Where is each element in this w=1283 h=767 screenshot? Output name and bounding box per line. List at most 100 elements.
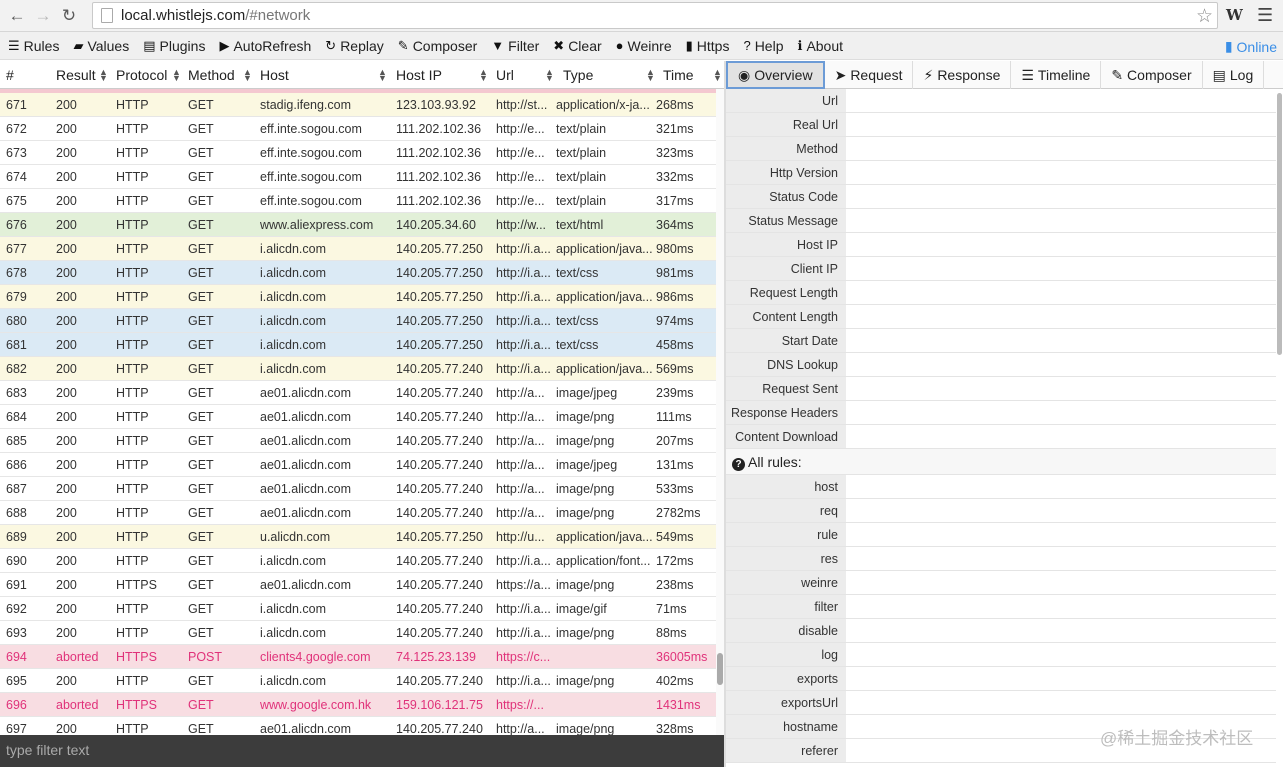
cell-num: 694 <box>6 650 27 664</box>
table-row[interactable]: 682 200 HTTP GET i.alicdn.com 140.205.77.240 h… <box>0 357 716 381</box>
field-label: rule <box>726 523 846 546</box>
table-row[interactable]: 684 200 HTTP GET ae01.alicdn.com 140.205.77.2… <box>0 405 716 429</box>
tab-request[interactable]: ➤ Request <box>825 61 914 89</box>
reload-icon[interactable]: ↻ <box>56 3 82 29</box>
field-value <box>846 209 1276 232</box>
table-row[interactable]: 677 200 HTTP GET i.alicdn.com 140.205.77.250 h… <box>0 237 716 261</box>
cell-host: i.alicdn.com <box>260 314 326 328</box>
col-header-result[interactable]: Result <box>56 67 96 83</box>
sort-icon[interactable]: ▲ ▼ <box>172 68 181 83</box>
cell-method: GET <box>188 218 214 232</box>
table-row[interactable]: 696 aborted HTTPS GET www.google.com.hk 159.1… <box>0 693 716 717</box>
back-icon[interactable]: ← <box>4 3 30 29</box>
table-row[interactable]: 675 200 HTTP GET eff.inte.sogou.com 111.202.1… <box>0 189 716 213</box>
cell-num: 682 <box>6 362 27 376</box>
sort-icon[interactable]: ▲ ▼ <box>545 68 554 83</box>
toolbar-clear-button[interactable]: ✖ Clear <box>553 38 601 54</box>
cell-type: image/png <box>556 578 615 592</box>
toolbar-autorefresh-button[interactable]: ▶ AutoRefresh <box>219 38 311 54</box>
sort-icon[interactable]: ▲ ▼ <box>713 68 722 83</box>
cell-method: GET <box>188 362 214 376</box>
table-row[interactable]: 673 200 HTTP GET eff.inte.sogou.com 111.202.1… <box>0 141 716 165</box>
col-header-time[interactable]: Time <box>663 67 694 83</box>
rule-field: weinre <box>726 571 1276 595</box>
col-header-url[interactable]: Url <box>496 67 514 83</box>
col-header-num[interactable]: # <box>6 67 14 83</box>
toolbar-https-button[interactable]: ▮ Https <box>686 38 730 54</box>
table-row[interactable]: 695 200 HTTP GET i.alicdn.com 140.205.77.240 h… <box>0 669 716 693</box>
toolbar-item-label: Help <box>754 37 784 54</box>
cell-host: ae01.alicdn.com <box>260 578 352 592</box>
toolbar-composer-button[interactable]: ✎ Composer <box>398 38 478 54</box>
sort-icon[interactable]: ▲ ▼ <box>378 68 387 83</box>
scrollbar-thumb[interactable] <box>1277 93 1282 355</box>
tab-response[interactable]: ⚡ Response <box>913 61 1012 89</box>
sort-icon[interactable]: ▲ ▼ <box>479 68 488 83</box>
online-status[interactable]: ▮ Online <box>1225 38 1277 55</box>
table-row[interactable]: 681 200 HTTP GET i.alicdn.com 140.205.77.250 h… <box>0 333 716 357</box>
table-row[interactable]: 685 200 HTTP GET ae01.alicdn.com 140.205.77.2… <box>0 429 716 453</box>
col-header-host[interactable]: Host <box>260 67 289 83</box>
field-value <box>846 595 1276 618</box>
toolbar-item-label: AutoRefresh <box>233 37 312 54</box>
toolbar-weinre-button[interactable]: ● Weinre <box>616 38 672 54</box>
col-header-method[interactable]: Method <box>188 67 235 83</box>
tab-overview[interactable]: ◉ Overview <box>726 61 825 89</box>
address-bar[interactable]: local.whistlejs.com/#network ☆ <box>92 2 1218 29</box>
table-row[interactable]: 691 200 HTTPS GET ae01.alicdn.com 140.205.77.… <box>0 573 716 597</box>
toolbar-plugins-button[interactable]: ▤ Plugins <box>143 38 205 54</box>
table-row[interactable]: 690 200 HTTP GET i.alicdn.com 140.205.77.240 h… <box>0 549 716 573</box>
toolbar-rules-button[interactable]: ☰ Rules <box>8 38 59 54</box>
table-row[interactable]: 697 200 HTTP GET ae01.alicdn.com 140.205.77.2… <box>0 717 716 735</box>
cell-url: http://a... <box>496 434 545 448</box>
table-row[interactable]: 680 200 HTTP GET i.alicdn.com 140.205.77.250 h… <box>0 309 716 333</box>
cell-protocol: HTTP <box>116 266 149 280</box>
toolbar-about-button[interactable]: ℹ About <box>797 38 843 54</box>
cell-url: http://a... <box>496 722 545 735</box>
table-row[interactable]: 692 200 HTTP GET i.alicdn.com 140.205.77.240 h… <box>0 597 716 621</box>
bookmark-star-icon[interactable]: ☆ <box>1196 5 1213 28</box>
tab-log[interactable]: ▤ Log <box>1203 61 1265 89</box>
col-header-host-ip[interactable]: Host IP <box>396 67 442 83</box>
field-value <box>846 643 1276 666</box>
cell-method: GET <box>188 482 214 496</box>
cell-ip: 111.202.102.36 <box>396 122 482 136</box>
toolbar-help-button[interactable]: ? Help <box>743 38 783 54</box>
table-row[interactable]: 687 200 HTTP GET ae01.alicdn.com 140.205.77.2… <box>0 477 716 501</box>
forward-icon[interactable]: → <box>30 3 56 29</box>
filter-input[interactable]: type filter text <box>0 735 725 767</box>
table-row[interactable]: 686 200 HTTP GET ae01.alicdn.com 140.205.77.2… <box>0 453 716 477</box>
network-table-body: 671 200 HTTP GET stadig.ifeng.com 123.103.93.… <box>0 89 716 735</box>
detail-scrollbar[interactable] <box>1276 89 1283 767</box>
scrollbar-thumb[interactable] <box>717 653 723 685</box>
table-row[interactable]: 679 200 HTTP GET i.alicdn.com 140.205.77.250 h… <box>0 285 716 309</box>
table-row[interactable]: 694 aborted HTTPS POST clients4.google.com 74… <box>0 645 716 669</box>
toolbar-filter-button[interactable]: ▼ Filter <box>491 38 539 54</box>
table-row[interactable]: 678 200 HTTP GET i.alicdn.com 140.205.77.250 h… <box>0 261 716 285</box>
cell-num: 675 <box>6 194 27 208</box>
tab-composer[interactable]: ✎ Composer <box>1101 61 1203 89</box>
cell-num: 679 <box>6 290 27 304</box>
col-header-protocol[interactable]: Protocol <box>116 67 167 83</box>
col-header-type[interactable]: Type <box>563 67 593 83</box>
overview-field: Request Length <box>726 281 1276 305</box>
tab-timeline[interactable]: ☰ Timeline <box>1011 61 1102 89</box>
cell-host: eff.inte.sogou.com <box>260 122 362 136</box>
sort-icon[interactable]: ▲ ▼ <box>99 68 108 83</box>
table-row[interactable]: 693 200 HTTP GET i.alicdn.com 140.205.77.240 h… <box>0 621 716 645</box>
extension-icon[interactable]: W <box>1226 6 1243 24</box>
table-row[interactable]: 672 200 HTTP GET eff.inte.sogou.com 111.202.1… <box>0 117 716 141</box>
table-row[interactable]: 683 200 HTTP GET ae01.alicdn.com 140.205.77.2… <box>0 381 716 405</box>
table-row[interactable]: 674 200 HTTP GET eff.inte.sogou.com 111.202.1… <box>0 165 716 189</box>
toolbar-values-button[interactable]: ▰ Values <box>73 38 129 54</box>
address-url[interactable]: local.whistlejs.com/#network <box>121 7 310 24</box>
toolbar-replay-button[interactable]: ↻ Replay <box>325 38 384 54</box>
sort-icon[interactable]: ▲ ▼ <box>243 68 252 83</box>
browser-menu-icon[interactable]: ☰ <box>1257 5 1273 26</box>
table-row[interactable]: 671 200 HTTP GET stadig.ifeng.com 123.103.93.… <box>0 93 716 117</box>
table-row[interactable]: 689 200 HTTP GET u.alicdn.com 140.205.77.250 h… <box>0 525 716 549</box>
table-row[interactable]: 688 200 HTTP GET ae01.alicdn.com 140.205.77.2… <box>0 501 716 525</box>
cell-ip: 111.202.102.36 <box>396 170 482 184</box>
sort-icon[interactable]: ▲ ▼ <box>646 68 655 83</box>
table-row[interactable]: 676 200 HTTP GET www.aliexpress.com 140.205.3… <box>0 213 716 237</box>
